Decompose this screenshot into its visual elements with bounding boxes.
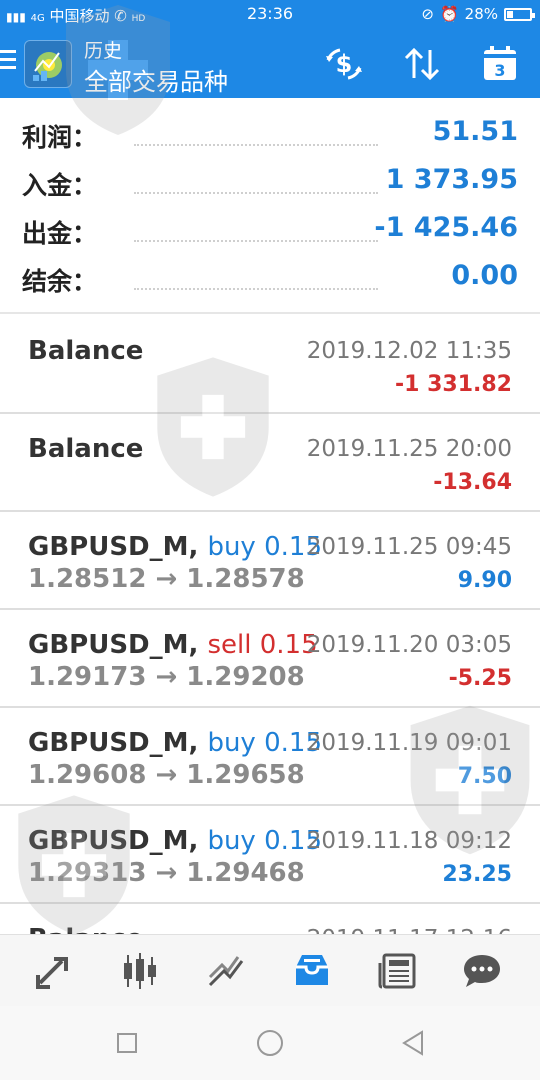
summary-value: 0.00 xyxy=(451,260,518,291)
deal-side: buy 0.15 xyxy=(207,728,322,758)
deal-side: buy 0.15 xyxy=(207,826,322,856)
quotes-icon[interactable] xyxy=(32,949,76,993)
deal-profit: 9.90 xyxy=(457,568,512,593)
deal-date: 2019.11.25 09:45 xyxy=(306,534,512,560)
deal-date: 2019.12.02 11:35 xyxy=(306,338,512,364)
alarm-icon: ⏰ xyxy=(439,5,459,23)
leader-dots xyxy=(134,288,378,290)
summary-value: -1 425.46 xyxy=(374,212,518,243)
system-nav-bar xyxy=(0,1006,540,1080)
deal-prices: 1.29173 → 1.29208 xyxy=(28,662,305,692)
deal-prices: 1.28512 → 1.28578 xyxy=(28,564,305,594)
watermark-shield-icon xyxy=(157,357,269,497)
deal-profit: -5.25 xyxy=(448,666,512,691)
home-icon[interactable] xyxy=(255,1028,285,1058)
summary-label: 出金： xyxy=(22,219,98,248)
sort-icon[interactable] xyxy=(400,42,444,86)
chat-icon[interactable] xyxy=(460,949,504,993)
summary-row-deposit: 入金： 1 373.95 xyxy=(22,160,518,204)
deal-symbol: GBPUSD_M, sell 0.15 xyxy=(28,630,318,660)
watermark-shield-icon xyxy=(18,795,130,935)
deal-symbol: GBPUSD_M, buy 0.15 xyxy=(28,728,322,758)
deal-profit: -1 331.82 xyxy=(395,372,512,397)
battery-percent: 28% xyxy=(464,5,498,23)
dnd-icon: ⊘ xyxy=(421,5,434,23)
summary-label: 入金： xyxy=(22,171,98,200)
summary-row-withdrawal: 出金： -1 425.46 xyxy=(22,208,518,252)
chart-icon[interactable] xyxy=(118,949,162,993)
divider xyxy=(0,312,540,314)
list-item[interactable]: GBPUSD_M, buy 0.15 1.28512 → 1.28578 201… xyxy=(0,512,540,610)
battery-icon xyxy=(504,7,535,21)
menu-icon[interactable] xyxy=(0,50,16,74)
deal-profit: 23.25 xyxy=(442,862,512,887)
history-icon[interactable] xyxy=(290,949,334,993)
currency-exchange-icon[interactable]: $ xyxy=(322,42,366,86)
recents-icon[interactable] xyxy=(112,1028,142,1058)
deal-date: 2019.11.25 20:00 xyxy=(306,436,512,462)
deal-prices: 1.29608 → 1.29658 xyxy=(28,760,305,790)
news-icon[interactable] xyxy=(376,949,420,993)
summary-label: 结余： xyxy=(22,267,98,296)
trade-icon[interactable] xyxy=(204,949,248,993)
leader-dots xyxy=(134,144,378,146)
calendar-icon[interactable]: 3 xyxy=(478,42,522,86)
status-right: ⊘ ⏰ 28% xyxy=(421,5,535,23)
back-icon[interactable] xyxy=(398,1028,428,1058)
bottom-nav xyxy=(0,934,540,1007)
leader-dots xyxy=(134,192,378,194)
svg-text:$: $ xyxy=(336,50,353,78)
calendar-day: 3 xyxy=(494,61,505,80)
summary-value: 1 373.95 xyxy=(385,164,518,195)
deal-symbol: GBPUSD_M, buy 0.15 xyxy=(28,532,322,562)
list-item[interactable]: GBPUSD_M, sell 0.15 1.29173 → 1.29208 20… xyxy=(0,610,540,708)
deal-side: buy 0.15 xyxy=(207,532,322,562)
deal-symbol: Balance xyxy=(28,336,144,366)
deal-profit: -13.64 xyxy=(433,470,512,495)
watermark-shield-icon xyxy=(66,5,170,135)
summary-row-balance: 结余： 0.00 xyxy=(22,256,518,300)
deal-side: sell 0.15 xyxy=(207,630,318,660)
leader-dots xyxy=(134,240,378,242)
watermark-shield-icon xyxy=(410,705,530,855)
deal-date: 2019.11.20 03:05 xyxy=(306,632,512,658)
summary-value: 51.51 xyxy=(432,116,518,147)
deal-symbol: Balance xyxy=(28,434,144,464)
